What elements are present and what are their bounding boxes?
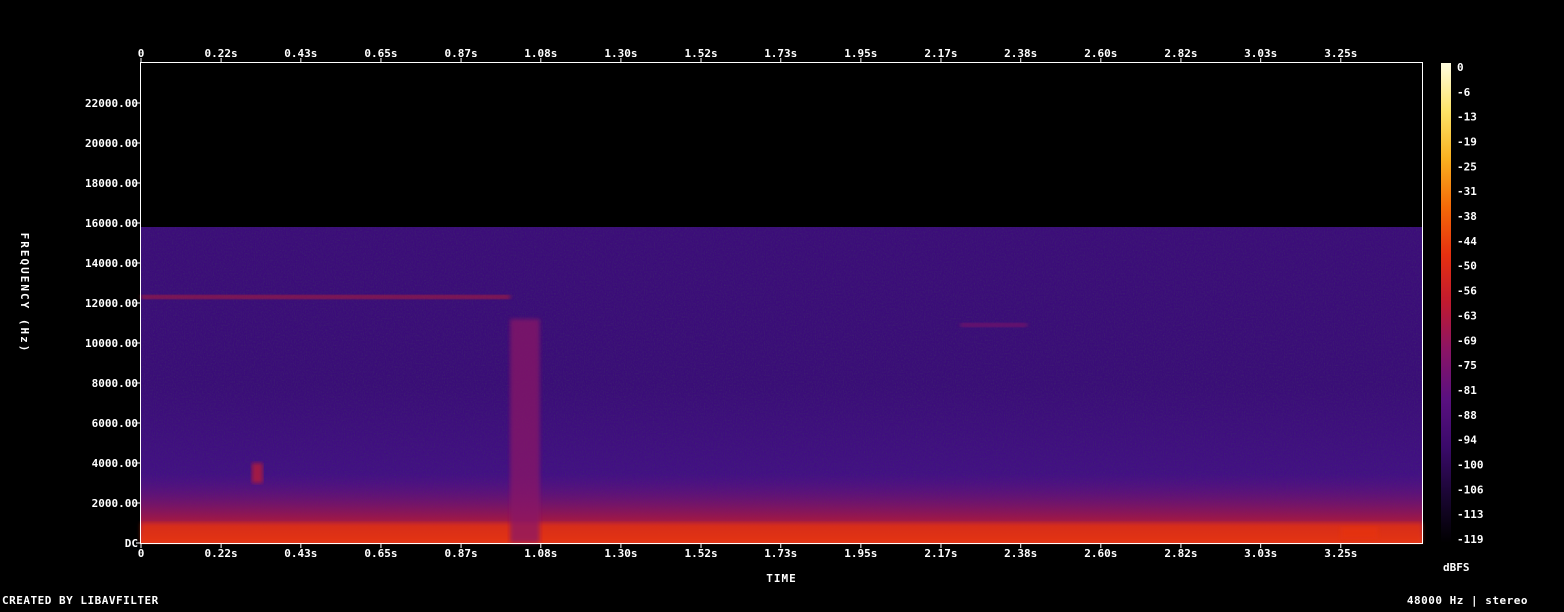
x-tick-label-bottom: 1.95s xyxy=(844,547,877,560)
x-tick-label-top: 1.73s xyxy=(764,47,797,60)
colorbar-title: dBFS xyxy=(1443,561,1470,574)
x-tick-label-bottom: 1.73s xyxy=(764,547,797,560)
x-tick-label-bottom: 0.65s xyxy=(364,547,397,560)
colorbar-tick-label: -75 xyxy=(1457,359,1477,372)
colorbar-tick-label: -38 xyxy=(1457,210,1477,223)
spectral-feature-4 xyxy=(960,323,1027,327)
x-tick-label-bottom: 0.22s xyxy=(205,547,238,560)
x-tick-label-bottom: 3.25s xyxy=(1324,547,1357,560)
spectral-feature-0 xyxy=(141,523,1422,543)
colorbar-tick-label: -81 xyxy=(1457,384,1477,397)
x-axis-title: TIME xyxy=(766,572,797,585)
x-tick-label-bottom: 3.03s xyxy=(1244,547,1277,560)
y-tick-label: 18000.00 xyxy=(85,177,138,190)
colorbar-tick-label: 0 xyxy=(1457,61,1464,74)
colorbar-tick-label: -113 xyxy=(1457,508,1484,521)
x-tick-label-top: 0.65s xyxy=(364,47,397,60)
x-tick-label-top: 3.25s xyxy=(1324,47,1357,60)
y-tick-label: 2000.00 xyxy=(92,497,138,510)
created-by-label: CREATED BY LIBAVFILTER xyxy=(2,594,159,607)
x-tick-label-bottom: 1.08s xyxy=(524,547,557,560)
sample-format-label: 48000 Hz | stereo xyxy=(1406,594,1528,607)
colorbar-tick-label: -94 xyxy=(1457,434,1477,447)
x-tick-label-bottom: 0.43s xyxy=(284,547,317,560)
x-tick-label-top: 0.43s xyxy=(284,47,317,60)
colorbar-tick-label: -56 xyxy=(1457,285,1477,298)
y-tick-label: 10000.00 xyxy=(85,337,138,350)
x-tick-label-bottom: 2.82s xyxy=(1164,547,1197,560)
y-axis-title: FREQUENCY (Hz) xyxy=(18,233,31,354)
colorbar-tick-label: -119 xyxy=(1457,533,1484,546)
colorbar xyxy=(1441,63,1451,543)
colorbar-tick-label: -88 xyxy=(1457,409,1477,422)
x-tick-label-bottom: 0.87s xyxy=(445,547,478,560)
colorbar-tick-label: -50 xyxy=(1457,260,1477,273)
colorbar-tick-label: -69 xyxy=(1457,334,1477,347)
x-tick-label-bottom: 0 xyxy=(138,547,145,560)
x-tick-label-top: 3.03s xyxy=(1244,47,1277,60)
y-tick-label: 8000.00 xyxy=(92,377,138,390)
colorbar-tick-label: -25 xyxy=(1457,160,1477,173)
x-tick-label-top: 2.60s xyxy=(1084,47,1117,60)
spectral-feature-1 xyxy=(510,319,540,543)
y-tick-label: 6000.00 xyxy=(92,417,138,430)
y-tick-label: 12000.00 xyxy=(85,297,138,310)
y-tick-label: DC xyxy=(125,537,138,550)
x-tick-label-top: 0.87s xyxy=(445,47,478,60)
y-tick-label: 4000.00 xyxy=(92,457,138,470)
colorbar-tick-label: -13 xyxy=(1457,111,1477,124)
x-tick-label-bottom: 2.17s xyxy=(924,547,957,560)
x-tick-label-top: 2.38s xyxy=(1004,47,1037,60)
spectral-feature-5 xyxy=(1340,527,1378,539)
colorbar-tick-label: -44 xyxy=(1457,235,1477,248)
colorbar-tick-label: -6 xyxy=(1457,86,1471,99)
colorbar-tick-label: -31 xyxy=(1457,185,1477,198)
y-tick-label: 20000.00 xyxy=(85,137,138,150)
y-tick-label: 16000.00 xyxy=(85,217,138,230)
x-tick-label-bottom: 2.38s xyxy=(1004,547,1037,560)
colorbar-tick-label: -100 xyxy=(1457,458,1484,471)
colorbar-tick-label: -63 xyxy=(1457,309,1477,322)
x-tick-label-bottom: 2.60s xyxy=(1084,547,1117,560)
x-tick-label-top: 2.17s xyxy=(924,47,957,60)
x-tick-label-top: 0.22s xyxy=(205,47,238,60)
colorbar-tick-label: -19 xyxy=(1457,136,1477,149)
x-tick-label-top: 2.82s xyxy=(1164,47,1197,60)
y-tick-label: 14000.00 xyxy=(85,257,138,270)
x-tick-label-bottom: 1.30s xyxy=(604,547,637,560)
spectrogram-chart: 0 0 0.22s 0.22s 0.43s 0.43s 0.65s 0.65s 0.87s 0.8… xyxy=(0,0,1564,608)
x-tick-label-top: 0 xyxy=(138,47,145,60)
spectrogram-svg: 0 0 0.22s 0.22s 0.43s 0.43s 0.65s 0.65s 0.87s 0.8… xyxy=(18,47,1484,585)
spectral-feature-2 xyxy=(141,295,511,299)
x-tick-label-top: 1.30s xyxy=(604,47,637,60)
spectral-feature-3 xyxy=(251,463,263,483)
x-tick-label-top: 1.08s xyxy=(524,47,557,60)
x-tick-label-top: 1.95s xyxy=(844,47,877,60)
y-tick-label: 22000.00 xyxy=(85,97,138,110)
colorbar-tick-label: -106 xyxy=(1457,483,1484,496)
x-tick-label-top: 1.52s xyxy=(684,47,717,60)
x-tick-label-bottom: 1.52s xyxy=(684,547,717,560)
